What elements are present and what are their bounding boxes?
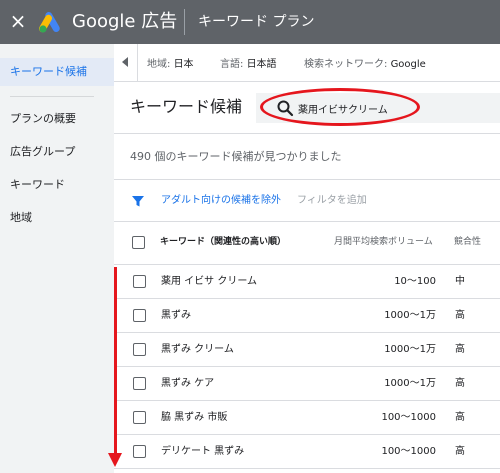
sidebar: キーワード候補 プランの概要 広告グループ キーワード 地域 bbox=[0, 44, 114, 473]
row-checkbox[interactable] bbox=[133, 377, 146, 390]
table-row[interactable]: 薬用 イビサ クリーム 10～100 中 bbox=[114, 265, 500, 299]
competition-cell: 高 bbox=[455, 446, 465, 457]
volume-cell: 10～100 bbox=[394, 276, 436, 287]
network-setting[interactable]: 検索ネットワーク: Google bbox=[304, 59, 426, 71]
volume-cell: 100～1000 bbox=[381, 446, 436, 457]
competition-cell: 高 bbox=[455, 412, 465, 423]
annotation-arrow-head bbox=[108, 453, 122, 467]
keyword-cell: 黒ずみ bbox=[161, 310, 191, 321]
header-divider bbox=[114, 133, 500, 134]
top-app-bar: × Google 広告 キーワード プラン bbox=[0, 0, 500, 44]
close-icon[interactable]: × bbox=[8, 10, 28, 32]
volume-cell: 1000～1万 bbox=[384, 344, 436, 355]
exclude-adult-filter-chip[interactable]: アダルト向けの候補を除外 bbox=[161, 194, 281, 208]
table-row[interactable]: 黒ずみ 1000～1万 高 bbox=[114, 299, 500, 333]
add-filter-button[interactable]: フィルタを追加 bbox=[297, 194, 367, 208]
targeting-bar: 地域: 日本 言語: 日本語 検索ネットワーク: Google bbox=[114, 44, 500, 82]
keyword-cell: 黒ずみ ケア bbox=[161, 378, 215, 389]
sidebar-item-ad-groups[interactable]: 広告グループ bbox=[10, 144, 75, 160]
competition-cell: 中 bbox=[455, 276, 465, 287]
column-header-competition[interactable]: 競合性 bbox=[454, 235, 481, 249]
sidebar-divider bbox=[10, 96, 94, 97]
row-checkbox[interactable] bbox=[133, 275, 146, 288]
keyword-cell: 薬用 イビサ クリーム bbox=[161, 276, 258, 287]
brand-name: Google 広告 bbox=[72, 11, 178, 32]
select-all-checkbox[interactable] bbox=[132, 236, 145, 249]
collapse-sidebar-button[interactable] bbox=[114, 44, 138, 81]
filter-divider bbox=[114, 221, 500, 222]
competition-cell: 高 bbox=[455, 310, 465, 321]
row-checkbox[interactable] bbox=[133, 343, 146, 356]
page-title: キーワード プラン bbox=[198, 14, 315, 30]
filter-icon[interactable] bbox=[131, 194, 145, 208]
table-row[interactable]: デリケート 黒ずみ 100～1000 高 bbox=[114, 435, 500, 469]
table-row[interactable]: 黒ずみ ケア 1000～1万 高 bbox=[114, 367, 500, 401]
sidebar-item-keywords[interactable]: キーワード bbox=[10, 177, 65, 193]
keyword-cell: デリケート 黒ずみ bbox=[161, 446, 245, 457]
volume-cell: 1000～1万 bbox=[384, 378, 436, 389]
row-checkbox[interactable] bbox=[133, 309, 146, 322]
row-checkbox[interactable] bbox=[133, 411, 146, 424]
location-setting[interactable]: 地域: 日本 bbox=[147, 59, 194, 71]
competition-cell: 高 bbox=[455, 378, 465, 389]
annotation-ellipse bbox=[260, 88, 420, 126]
sidebar-item-plan-overview[interactable]: プランの概要 bbox=[10, 111, 76, 127]
result-count: 490 個のキーワード候補が見つかりました bbox=[130, 150, 342, 163]
row-checkbox[interactable] bbox=[133, 445, 146, 458]
language-setting[interactable]: 言語: 日本語 bbox=[220, 59, 277, 71]
column-header-volume[interactable]: 月間平均検索ボリューム bbox=[334, 235, 433, 249]
count-divider bbox=[114, 179, 500, 180]
google-ads-logo-icon bbox=[39, 12, 60, 33]
keyword-cell: 黒ずみ クリーム bbox=[161, 344, 234, 355]
volume-cell: 100～1000 bbox=[381, 412, 436, 423]
section-title: キーワード候補 bbox=[130, 97, 243, 116]
chevron-left-icon bbox=[122, 57, 128, 67]
annotation-arrow-shaft bbox=[114, 267, 117, 457]
competition-cell: 高 bbox=[455, 344, 465, 355]
table-row[interactable]: 脇 黒ずみ 市販 100～1000 高 bbox=[114, 401, 500, 435]
table-row[interactable]: 黒ずみ クリーム 1000～1万 高 bbox=[114, 333, 500, 367]
column-header-keyword[interactable]: キーワード（関連性の高い順） bbox=[160, 235, 286, 249]
keyword-cell: 脇 黒ずみ 市販 bbox=[161, 412, 228, 423]
volume-cell: 1000～1万 bbox=[384, 310, 436, 321]
sidebar-item-keyword-ideas[interactable]: キーワード候補 bbox=[0, 58, 114, 86]
title-separator bbox=[184, 9, 185, 35]
sidebar-item-locations[interactable]: 地域 bbox=[10, 210, 32, 226]
